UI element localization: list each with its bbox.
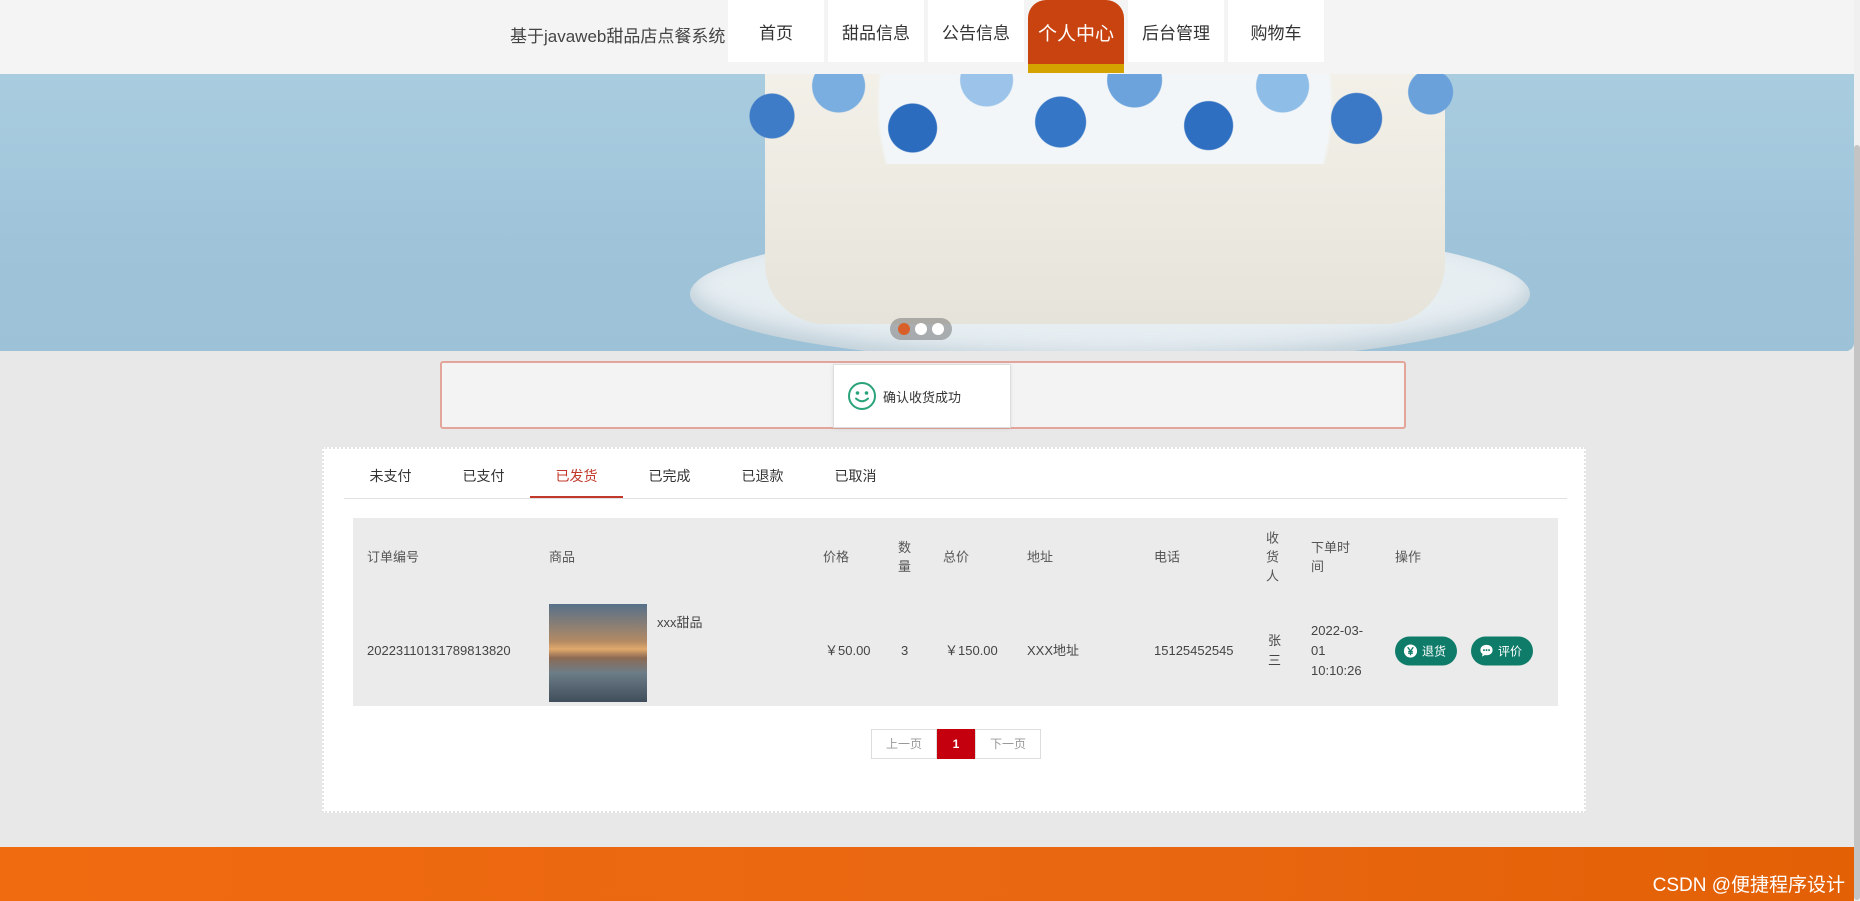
header-actions: 操作	[1395, 549, 1422, 565]
toast-text: 确认收货成功	[883, 389, 962, 405]
main-nav: 首页 甜品信息 公告信息 个人中心 后台管理 购物车	[728, 0, 1324, 74]
yuan-icon	[1403, 644, 1418, 658]
review-button[interactable]: 评价	[1471, 636, 1534, 666]
tab-refunded[interactable]: 已退款	[716, 465, 809, 498]
review-label: 评价	[1498, 644, 1523, 658]
phone: 15125452545	[1154, 643, 1234, 658]
scrollbar-thumb[interactable]	[1854, 145, 1860, 900]
header-address: 地址	[1027, 549, 1054, 565]
watermark: CSDN @便捷程序设计	[1652, 875, 1845, 896]
product-name[interactable]: xxx甜品	[657, 612, 703, 631]
top-navigation-bar: 基于javaweb甜品店点餐系统 首页 甜品信息 公告信息 个人中心 后台管理 …	[0, 0, 1860, 74]
nav-home[interactable]: 首页	[728, 0, 824, 62]
carousel-indicators	[890, 318, 952, 340]
total-price: ￥150.00	[945, 643, 998, 658]
tab-unpaid[interactable]: 未支付	[344, 465, 437, 498]
nav-announcements[interactable]: 公告信息	[928, 0, 1024, 62]
smile-icon	[848, 382, 876, 410]
order-time: 2022-03-01 10:10:26	[1311, 623, 1364, 678]
nav-cart[interactable]: 购物车	[1228, 0, 1324, 62]
table-row: 20223110131789813820 xxx甜品 ￥50.00 3 ￥150…	[353, 596, 1558, 706]
price: ￥50.00	[825, 643, 871, 658]
order-number: 20223110131789813820	[367, 643, 511, 658]
tab-cancelled[interactable]: 已取消	[809, 465, 902, 498]
order-status-tabs: 未支付 已支付 已发货 已完成 已退款 已取消	[344, 465, 1567, 499]
pagination: 上一页 1 下一页	[871, 729, 1041, 759]
nav-admin[interactable]: 后台管理	[1128, 0, 1224, 62]
header-product: 商品	[549, 549, 576, 565]
table-header: 订单编号 商品 价格 数量 总价 地址 电话 收货人 下单时间 操作	[353, 518, 1558, 596]
carousel-dot-3[interactable]	[932, 323, 944, 335]
tab-paid[interactable]: 已支付	[437, 465, 530, 498]
site-title: 基于javaweb甜品店点餐系统	[510, 27, 726, 46]
header-quantity: 数量	[898, 540, 912, 574]
row-actions: 退货 评价	[1395, 636, 1534, 666]
carousel-dot-1[interactable]	[898, 323, 910, 335]
footer	[0, 847, 1854, 901]
current-page[interactable]: 1	[937, 729, 975, 759]
cake-flowers-image	[735, 74, 1475, 164]
tab-shipped[interactable]: 已发货	[530, 465, 623, 498]
refund-label: 退货	[1422, 644, 1447, 658]
carousel-dot-2[interactable]	[915, 323, 927, 335]
quantity: 3	[901, 643, 909, 658]
comment-icon	[1480, 644, 1493, 657]
next-page-button[interactable]: 下一页	[975, 729, 1041, 759]
nav-personal-center[interactable]: 个人中心	[1028, 0, 1124, 73]
header-phone: 电话	[1154, 549, 1181, 565]
header-receiver: 收货人	[1266, 530, 1280, 584]
prev-page-button[interactable]: 上一页	[871, 729, 937, 759]
header-order-time: 下单时间	[1311, 540, 1351, 574]
orders-panel: 未支付 已支付 已发货 已完成 已退款 已取消 订单编号 商品 价格 数量 总价…	[322, 447, 1586, 813]
orders-table: 订单编号 商品 价格 数量 总价 地址 电话 收货人 下单时间 操作 20223…	[353, 518, 1558, 706]
refund-button[interactable]: 退货	[1395, 636, 1458, 666]
tab-completed[interactable]: 已完成	[623, 465, 716, 498]
nav-desserts[interactable]: 甜品信息	[828, 0, 924, 62]
header-total: 总价	[943, 549, 970, 565]
receiver: 张三	[1268, 633, 1282, 668]
address: XXX地址	[1027, 643, 1080, 658]
header-price: 价格	[823, 549, 850, 565]
banner-carousel	[0, 74, 1854, 351]
header-order-no: 订单编号	[367, 549, 420, 565]
product-image[interactable]	[549, 604, 647, 702]
scrollbar[interactable]	[1854, 0, 1860, 901]
toast-message: 确认收货成功	[833, 364, 1011, 428]
